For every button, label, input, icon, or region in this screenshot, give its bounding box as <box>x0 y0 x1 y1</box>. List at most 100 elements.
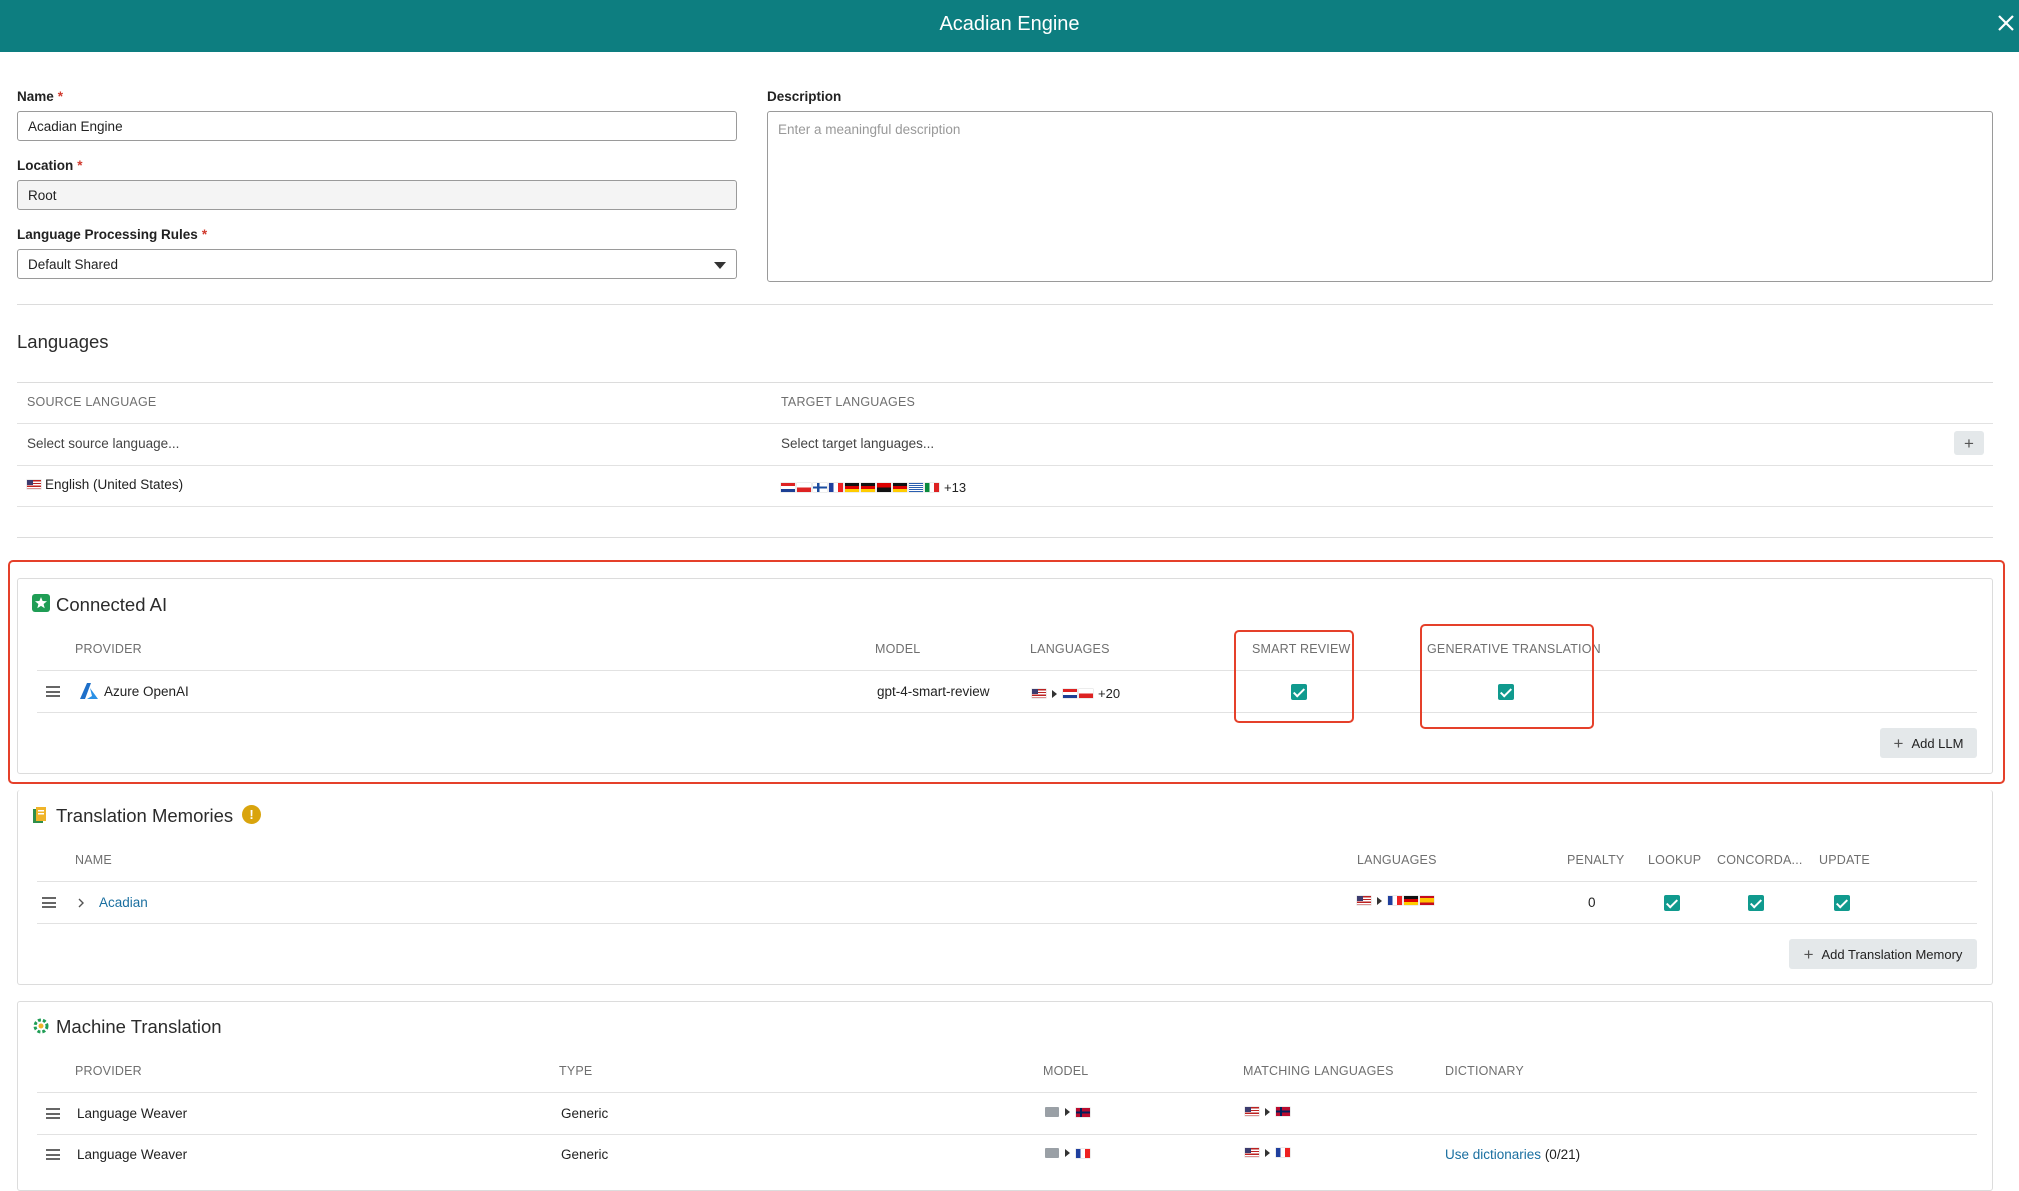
mt-type: Generic <box>561 1147 609 1162</box>
add-language-button[interactable]: + <box>1954 431 1984 455</box>
chevron-right-icon[interactable] <box>76 896 86 908</box>
col-model: MODEL <box>875 642 921 656</box>
rules-value: Default Shared <box>28 256 119 272</box>
plus-icon: + <box>1803 944 1814 964</box>
required-marker: * <box>57 89 64 104</box>
flag-it-icon <box>925 483 939 492</box>
ai-provider-name: Azure OpenAI <box>104 684 189 699</box>
translation-memories-panel <box>17 790 1993 985</box>
tm-concordance-checkbox[interactable] <box>1748 895 1764 911</box>
drag-handle-icon[interactable] <box>46 1149 60 1160</box>
mt-provider-name: Language Weaver <box>77 1106 188 1121</box>
col-matching-languages: MATCHING LANGUAGES <box>1243 1064 1394 1078</box>
mt-matching-flags <box>1245 1107 1290 1116</box>
location-label-text: Location <box>17 158 74 173</box>
mt-matching-flags <box>1245 1148 1290 1157</box>
add-translation-memory-button[interactable]: + Add Translation Memory <box>1789 939 1977 969</box>
flag-de-icon <box>1404 896 1418 905</box>
plus-icon: + <box>1964 433 1974 453</box>
language-row-source: English (United States) <box>27 477 183 492</box>
connected-ai-title: Connected AI <box>56 594 168 615</box>
close-icon[interactable] <box>1993 10 2019 36</box>
warning-icon[interactable]: ! <box>242 805 261 824</box>
description-label: Description <box>767 89 842 104</box>
add-llm-label: Add LLM <box>1911 735 1964 751</box>
use-dictionaries-link[interactable]: Use dictionaries <box>1445 1147 1541 1162</box>
location-field[interactable]: Root <box>17 180 737 210</box>
flag-us-icon <box>1032 689 1046 698</box>
machine-translation-title: Machine Translation <box>56 1016 222 1037</box>
add-llm-button[interactable]: + Add LLM <box>1880 728 1977 758</box>
col-lookup: LOOKUP <box>1648 853 1702 867</box>
flag-us-icon <box>1357 896 1371 905</box>
add-tm-label: Add Translation Memory <box>1821 946 1963 962</box>
tm-update-checkbox[interactable] <box>1834 895 1850 911</box>
col-provider: PROVIDER <box>75 1064 142 1078</box>
generative-translation-checkbox[interactable] <box>1498 684 1514 700</box>
flag-gr-icon <box>909 483 923 492</box>
mt-type: Generic <box>561 1106 609 1121</box>
drag-handle-icon[interactable] <box>46 1108 60 1119</box>
divider <box>17 304 1993 305</box>
flag-no-icon <box>1276 1107 1290 1116</box>
tm-name-link[interactable]: Acadian <box>99 895 148 910</box>
plus-icon: + <box>1893 733 1904 753</box>
required-marker: * <box>201 227 208 242</box>
tm-language-flags <box>1357 896 1434 905</box>
ai-language-flags: +20 <box>1032 686 1120 701</box>
description-field[interactable]: Enter a meaningful description <box>767 111 1993 282</box>
chevron-down-icon <box>714 262 726 269</box>
flag-es-icon <box>1420 896 1434 905</box>
flag-cz-icon <box>1079 689 1093 698</box>
arrow-right-icon <box>1265 1107 1270 1116</box>
name-label: Name * <box>17 89 63 104</box>
description-placeholder: Enter a meaningful description <box>778 122 961 137</box>
mt-model-flags <box>1045 1107 1090 1117</box>
arrow-right-icon <box>1052 689 1057 698</box>
dialog-title: Acadian Engine <box>939 13 1080 35</box>
col-penalty: PENALTY <box>1567 853 1625 867</box>
source-language-input[interactable]: Select source language... <box>27 436 179 451</box>
col-update: UPDATE <box>1819 853 1870 867</box>
flag-fi-icon <box>813 483 827 492</box>
location-label: Location * <box>17 158 83 173</box>
flag-us-icon <box>1245 1148 1259 1157</box>
tm-lookup-checkbox[interactable] <box>1664 895 1680 911</box>
machine-translation-panel <box>17 1001 1993 1191</box>
target-languages-input[interactable]: Select target languages... <box>781 436 934 451</box>
rules-select[interactable]: Default Shared <box>17 249 737 279</box>
arrow-right-icon <box>1377 896 1382 905</box>
divider <box>37 881 1977 882</box>
drag-handle-icon[interactable] <box>46 686 60 697</box>
col-languages: LANGUAGES <box>1030 642 1110 656</box>
col-type: TYPE <box>559 1064 593 1078</box>
col-provider: PROVIDER <box>75 642 142 656</box>
dialog-header: Acadian Engine <box>0 0 2019 52</box>
drag-handle-icon[interactable] <box>42 897 56 908</box>
target-language-flags: +13 <box>781 480 966 495</box>
arrow-right-icon <box>1265 1148 1270 1157</box>
divider <box>37 1092 1977 1093</box>
tm-penalty[interactable]: 0 <box>1588 895 1596 910</box>
source-language-value: English (United States) <box>45 477 184 492</box>
col-smart-review: SMART REVIEW <box>1252 642 1351 656</box>
col-generative-translation: GENERATIVE TRANSLATION <box>1427 642 1601 656</box>
flag-de-icon <box>893 483 907 492</box>
col-concordance: CONCORDA... <box>1717 853 1803 867</box>
flag-fr-icon <box>829 483 843 492</box>
col-source-language: SOURCE LANGUAGE <box>27 395 157 409</box>
divider <box>17 465 1993 466</box>
flag-fr-icon <box>1388 896 1402 905</box>
name-field[interactable]: Acadian Engine <box>17 111 737 141</box>
divider <box>37 1134 1977 1135</box>
rules-label: Language Processing Rules * <box>17 227 207 242</box>
language-badge-icon <box>1045 1107 1059 1117</box>
flag-fr-icon <box>1276 1148 1290 1157</box>
smart-review-checkbox[interactable] <box>1291 684 1307 700</box>
divider <box>37 923 1977 924</box>
translation-memory-icon <box>32 806 48 824</box>
flag-fr-icon <box>1076 1148 1090 1158</box>
mt-provider-name: Language Weaver <box>77 1147 188 1162</box>
flag-de-icon <box>845 483 859 492</box>
name-value: Acadian Engine <box>28 118 123 134</box>
